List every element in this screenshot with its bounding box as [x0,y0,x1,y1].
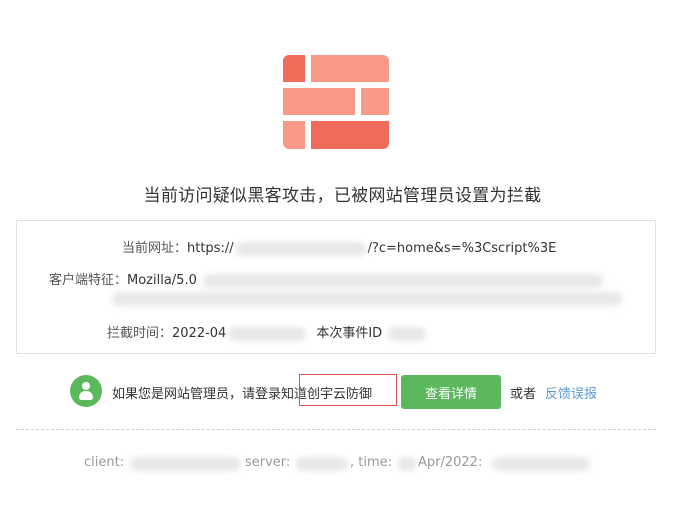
brick [311,55,389,82]
page-title: 当前访问疑似黑客攻击，已被网站管理员设置为拦截 [143,186,542,206]
time-label: 拦截时间： [106,326,172,341]
redacted-ua-2 [112,291,622,306]
or-text: 或者 [510,387,537,402]
redacted-time [228,326,307,341]
ua-prefix: Mozilla/5.0 [127,273,197,288]
time-prefix: 2022-04 [172,326,227,341]
url-label: 当前网址： [121,241,187,256]
highlight-frame [299,374,397,406]
time-value: Apr/2022: [418,455,483,470]
redacted-ua [202,273,603,288]
brick [311,121,389,149]
user-agent-row-2 [112,291,622,306]
server-label: server: [245,455,291,470]
brick [283,88,355,115]
redacted-event-id [388,326,427,341]
redacted-server [296,456,348,471]
brick [283,121,305,149]
brick [361,88,389,115]
user-icon [70,375,102,407]
redacted-time-prefix [398,456,416,471]
view-details-button[interactable]: 查看详情 [401,375,501,409]
block-info-panel: 当前网址：https:// /?c=home&s=%3Cscript%3E 客户端… [16,220,656,354]
redacted-time-suffix [492,456,590,471]
redacted-url [235,241,366,256]
firewall-brick-icon [283,55,389,149]
user-agent-row: 客户端特征：Mozilla/5.0 [17,269,603,288]
report-false-positive-link[interactable]: 反馈误报 [545,383,597,402]
time-row: 拦截时间：2022-04 本次事件ID [17,322,427,341]
brick [283,55,305,82]
time-label: , time: [350,455,393,470]
divider [16,429,656,430]
event-id-label: 本次事件ID [316,326,383,341]
url-row: 当前网址：https:// /?c=home&s=%3Cscript%3E [17,237,556,256]
url-suffix: /?c=home&s=%3Cscript%3E [367,241,557,256]
ua-label: 客户端特征： [48,273,127,288]
redacted-client [130,456,240,471]
client-label: client: [84,455,125,470]
url-prefix: https:// [187,241,234,256]
